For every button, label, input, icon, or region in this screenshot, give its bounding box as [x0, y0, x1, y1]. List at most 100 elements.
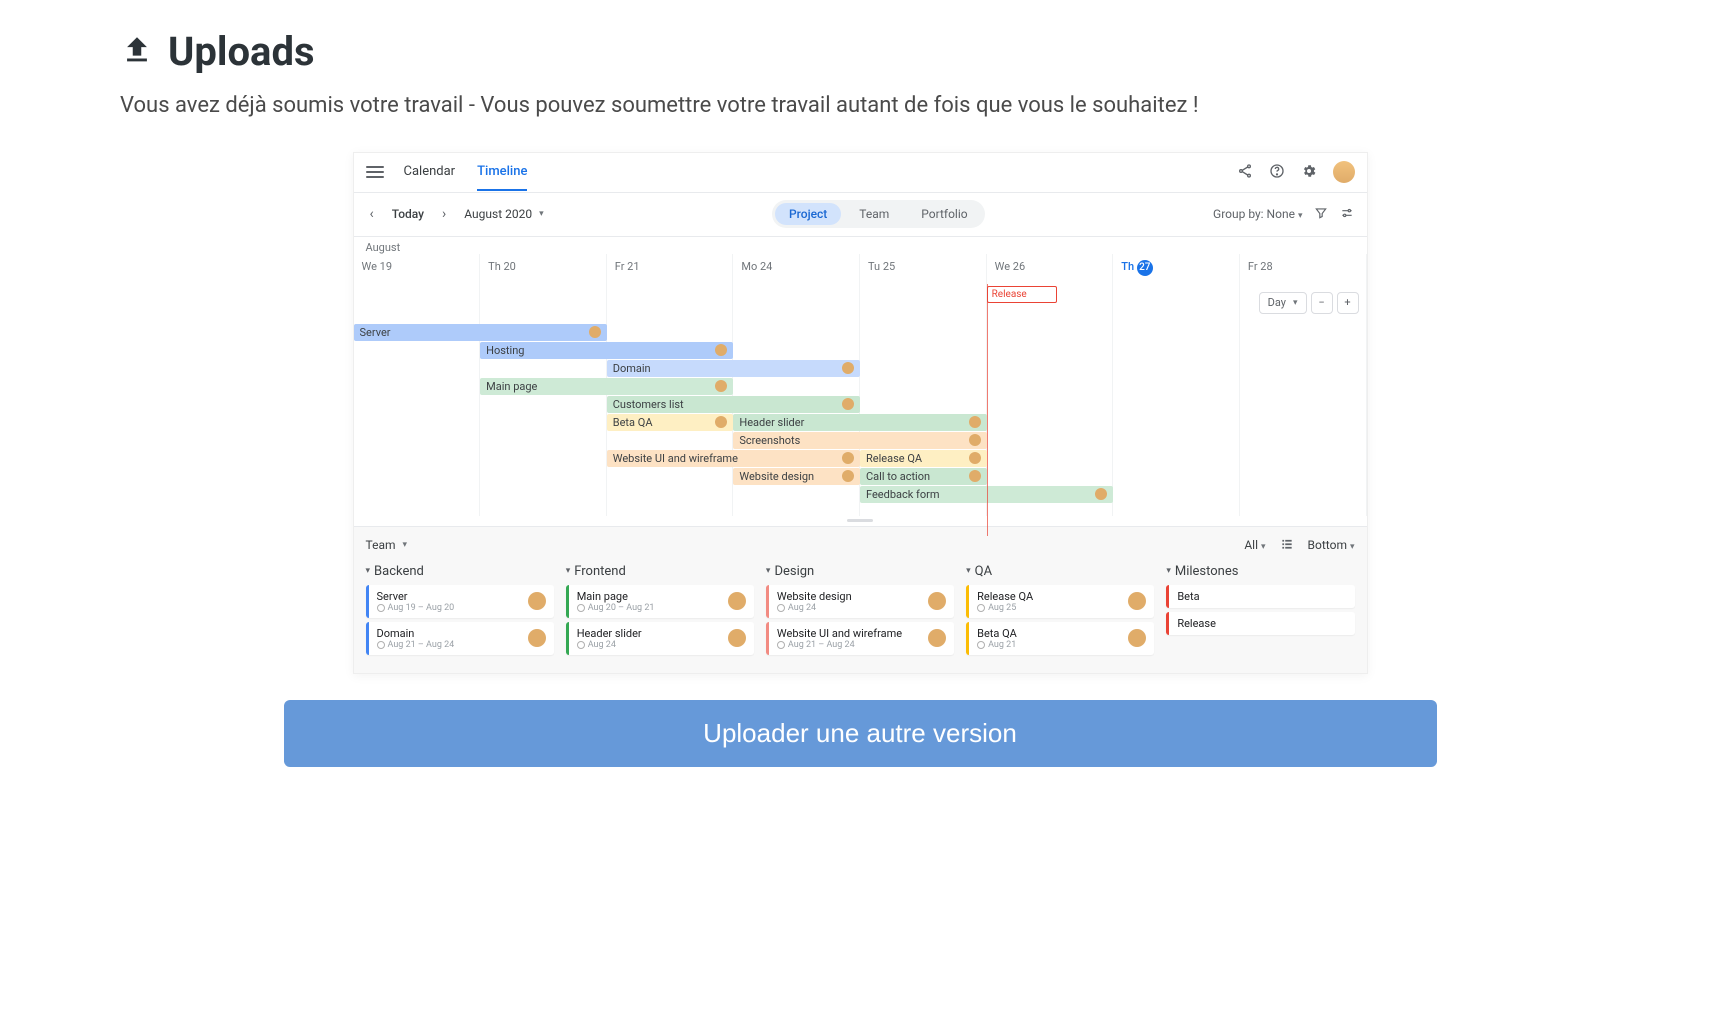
- assignee-avatar: [928, 629, 946, 647]
- scope-portfolio[interactable]: Portfolio: [907, 203, 981, 225]
- assignee-avatar: [969, 434, 981, 446]
- day-column: Mo 24: [733, 254, 860, 284]
- today-button[interactable]: Today: [386, 207, 430, 221]
- assignee-avatar: [715, 416, 727, 428]
- day-column: We 19: [354, 254, 481, 284]
- help-icon[interactable]: [1269, 163, 1285, 182]
- timeline-bar[interactable]: Website design: [733, 468, 860, 485]
- assignee-avatar: [589, 326, 601, 338]
- tab-timeline[interactable]: Timeline: [477, 154, 527, 191]
- zoom-dropdown[interactable]: Day: [1259, 292, 1307, 314]
- clock-icon: [377, 604, 385, 612]
- assignee-avatar: [1128, 592, 1146, 610]
- timeline-bar[interactable]: Screenshots: [733, 432, 986, 449]
- menu-icon[interactable]: [366, 166, 384, 178]
- timeline-bar[interactable]: Domain: [607, 360, 860, 377]
- month-picker[interactable]: August 2020: [464, 207, 543, 221]
- list-view-icon[interactable]: [1280, 537, 1294, 554]
- assignee-avatar: [969, 452, 981, 464]
- assignee-avatar: [728, 592, 746, 610]
- team-column-title[interactable]: Design: [766, 564, 954, 579]
- task-card[interactable]: Header sliderAug 24: [566, 622, 754, 655]
- assignee-avatar: [842, 452, 854, 464]
- team-column: QA Release QAAug 25 Beta QAAug 21: [966, 564, 1154, 659]
- team-column-title[interactable]: Frontend: [566, 564, 754, 579]
- release-line: [987, 284, 988, 536]
- timeline-bar[interactable]: Main page: [480, 378, 733, 395]
- task-card[interactable]: Main pageAug 20 – Aug 21: [566, 585, 754, 618]
- team-panel-label[interactable]: Team: [366, 538, 408, 552]
- timeline-bar[interactable]: Server: [354, 324, 607, 341]
- task-card[interactable]: Beta QAAug 21: [966, 622, 1154, 655]
- team-column-title[interactable]: Milestones: [1166, 564, 1354, 579]
- clock-icon: [977, 641, 985, 649]
- assignee-avatar: [842, 362, 854, 374]
- assignee-avatar: [969, 416, 981, 428]
- upload-icon: [120, 33, 154, 71]
- assignee-avatar: [528, 592, 546, 610]
- team-column: Backend ServerAug 19 – Aug 20 DomainAug 21…: [366, 564, 554, 659]
- zoom-out-button[interactable]: −: [1311, 292, 1333, 314]
- clock-icon: [577, 641, 585, 649]
- clock-icon: [977, 604, 985, 612]
- timeline-bar[interactable]: Call to action: [860, 468, 987, 485]
- team-column: Milestones Beta Release: [1166, 564, 1354, 659]
- gear-icon[interactable]: [1301, 163, 1317, 182]
- timeline-bar[interactable]: Release QA: [860, 450, 987, 467]
- user-avatar[interactable]: [1333, 161, 1355, 183]
- share-icon[interactable]: [1237, 163, 1253, 182]
- scope-project[interactable]: Project: [775, 203, 841, 225]
- assignee-avatar: [928, 592, 946, 610]
- task-card[interactable]: Website UI and wireframeAug 21 – Aug 24: [766, 622, 954, 655]
- task-card[interactable]: ServerAug 19 – Aug 20: [366, 585, 554, 618]
- day-column: Th 20: [480, 254, 607, 284]
- settings-sliders-icon[interactable]: [1340, 206, 1354, 223]
- timeline-bar[interactable]: Hosting: [480, 342, 733, 359]
- timeline-bar[interactable]: Header slider: [733, 414, 986, 431]
- filter-icon[interactable]: [1314, 206, 1328, 223]
- scope-team[interactable]: Team: [845, 203, 903, 225]
- day-column: Fr 28: [1240, 254, 1367, 284]
- assignee-avatar: [842, 470, 854, 482]
- assignee-avatar: [1095, 488, 1107, 500]
- page-subtitle: Vous avez déjà soumis votre travail - Vo…: [120, 91, 1200, 122]
- task-card[interactable]: DomainAug 21 – Aug 24: [366, 622, 554, 655]
- day-column: Fr 21: [607, 254, 734, 284]
- panel-drag-handle[interactable]: [354, 516, 1367, 526]
- day-column: Tu 25: [860, 254, 987, 284]
- assignee-avatar: [842, 398, 854, 410]
- filter-all-dropdown[interactable]: All: [1244, 538, 1265, 552]
- clock-icon: [577, 604, 585, 612]
- team-column: Frontend Main pageAug 20 – Aug 21 Header s…: [566, 564, 754, 659]
- assignee-avatar: [715, 380, 727, 392]
- clock-icon: [777, 604, 785, 612]
- page-title: Uploads: [168, 28, 315, 75]
- task-card[interactable]: Beta: [1166, 585, 1354, 608]
- prev-icon[interactable]: ‹: [366, 204, 378, 224]
- day-column: We 26: [987, 254, 1114, 284]
- clock-icon: [777, 641, 785, 649]
- release-milestone[interactable]: Release: [987, 286, 1057, 303]
- task-card[interactable]: Release: [1166, 612, 1354, 635]
- task-card[interactable]: Release QAAug 25: [966, 585, 1154, 618]
- assignee-avatar: [969, 470, 981, 482]
- tab-calendar[interactable]: Calendar: [404, 154, 456, 191]
- team-column: Design Website designAug 24 Website UI and…: [766, 564, 954, 659]
- team-column-title[interactable]: QA: [966, 564, 1154, 579]
- timeline-bar[interactable]: Website UI and wireframe: [607, 450, 860, 467]
- day-column: Th 27: [1113, 254, 1240, 284]
- clock-icon: [377, 641, 385, 649]
- task-card[interactable]: Website designAug 24: [766, 585, 954, 618]
- timeline-bar[interactable]: Customers list: [607, 396, 860, 413]
- assignee-avatar: [715, 344, 727, 356]
- assignee-avatar: [528, 629, 546, 647]
- position-dropdown[interactable]: Bottom: [1308, 538, 1355, 552]
- zoom-in-button[interactable]: +: [1337, 292, 1359, 314]
- timeline-bar[interactable]: Beta QA: [607, 414, 734, 431]
- assignee-avatar: [1128, 629, 1146, 647]
- group-by-dropdown[interactable]: Group by: None: [1213, 207, 1302, 221]
- team-column-title[interactable]: Backend: [366, 564, 554, 579]
- month-label: August: [354, 237, 1367, 254]
- next-icon[interactable]: ›: [438, 204, 450, 224]
- upload-another-button[interactable]: Uploader une autre version: [284, 700, 1437, 767]
